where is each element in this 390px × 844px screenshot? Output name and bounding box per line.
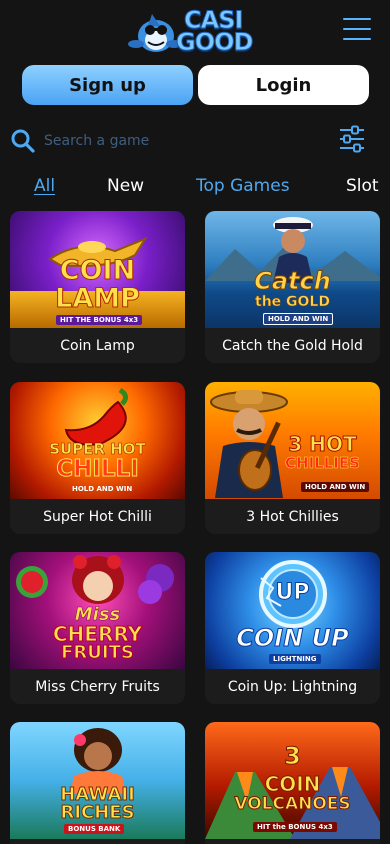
- game-thumbnail: COIN LAMP HIT THE BONUS 4x3: [10, 211, 185, 328]
- art-badge: HIT THE BONUS 4x3: [56, 315, 143, 325]
- art-badge: HOLD AND WIN: [72, 485, 133, 493]
- game-name: Coin Lamp: [60, 337, 135, 354]
- art-title-line1: 3: [284, 742, 302, 770]
- art-title-line2: the GOLD: [255, 294, 330, 310]
- search-icon[interactable]: [10, 128, 36, 154]
- game-name: [10, 839, 185, 844]
- hamburger-menu-icon[interactable]: [343, 15, 371, 43]
- game-thumbnail: 3 COIN VOLCANOES HIT the BONUS 4x3: [205, 722, 380, 839]
- signup-button[interactable]: Sign up: [22, 65, 193, 105]
- game-thumbnail: SUPER HOT CHILLI HOLD AND WIN: [10, 382, 185, 499]
- game-card-3-hot-chillies[interactable]: 3 HOT CHILLIES HOLD AND WIN 3 Hot Chilli…: [205, 382, 380, 534]
- filter-sliders-icon[interactable]: [338, 125, 366, 153]
- tab-all[interactable]: All: [34, 174, 55, 198]
- tab-top-games[interactable]: Top Games: [196, 174, 290, 198]
- art-title-line1: SUPER HOT: [49, 440, 146, 458]
- game-name: Miss Cherry Fruits: [35, 678, 160, 695]
- game-name: 3 Hot Chillies: [246, 508, 339, 525]
- art-title-line1: Catch: [254, 267, 332, 295]
- art-badge: HOLD AND WIN: [301, 482, 370, 492]
- game-thumbnail: UP COIN UP LIGHTNING: [205, 552, 380, 669]
- art-title-line2: CHERRY: [52, 622, 143, 646]
- category-tabs: All New Top Games Slot: [0, 174, 390, 200]
- game-card-catch-the-gold-hold[interactable]: Catch the GOLD HOLD AND WIN Catch the Go…: [205, 211, 380, 363]
- header: CASI GOOD: [0, 0, 390, 62]
- game-name: Catch the Gold Hold: [222, 337, 363, 354]
- tab-new[interactable]: New: [107, 174, 144, 198]
- auth-buttons: Sign up Login: [22, 65, 369, 105]
- art-title-line2: CHILLI: [56, 456, 140, 482]
- game-thumbnail: Miss CHERRY FRUITS: [10, 552, 185, 669]
- game-name: Coin Up: Lightning: [227, 678, 358, 695]
- logo-text-good: GOOD: [175, 28, 253, 56]
- game-name: [205, 839, 380, 844]
- art-badge: HIT the BONUS 4x3: [253, 822, 337, 832]
- game-card-super-hot-chilli[interactable]: SUPER HOT CHILLI HOLD AND WIN Super Hot …: [10, 382, 185, 534]
- game-card-miss-cherry-fruits[interactable]: Miss CHERRY FRUITS Miss Cherry Fruits: [10, 552, 185, 704]
- game-card-coin-lamp[interactable]: COIN LAMP HIT THE BONUS 4x3 Coin Lamp: [10, 211, 185, 363]
- art-title-line3: FRUITS: [61, 642, 135, 663]
- art-badge: HOLD AND WIN: [263, 313, 334, 325]
- art-title-line1: UP: [275, 580, 310, 605]
- art-title-line2: COIN: [264, 772, 321, 796]
- game-thumbnail: 3 HOT CHILLIES HOLD AND WIN: [205, 382, 380, 499]
- art-title-line1: 3 HOT: [288, 432, 357, 456]
- tab-slot[interactable]: Slot: [346, 174, 379, 198]
- game-card-coin-up-lightning[interactable]: UP COIN UP LIGHTNING Coin Up: Lightning: [205, 552, 380, 704]
- game-thumbnail: Catch the GOLD HOLD AND WIN: [205, 211, 380, 328]
- chilli-pepper-icon: [64, 387, 128, 446]
- game-card-3-coin-volcanoes[interactable]: 3 COIN VOLCANOES HIT the BONUS 4x3: [205, 722, 380, 844]
- login-button[interactable]: Login: [198, 65, 369, 105]
- art-badge: LIGHTNING: [269, 654, 321, 664]
- art-title-line2: LAMP: [55, 283, 141, 314]
- search-bar: [10, 122, 380, 160]
- art-title-line2: RICHES: [60, 802, 135, 823]
- art-title-line2: COIN UP: [236, 624, 349, 652]
- game-thumbnail: HAWAII RICHES BONUS BANK: [10, 722, 185, 839]
- game-card-hawaii-riches[interactable]: HAWAII RICHES BONUS BANK: [10, 722, 185, 844]
- art-badge: BONUS BANK: [64, 824, 125, 834]
- game-name: Super Hot Chilli: [43, 508, 152, 525]
- search-input[interactable]: [44, 128, 294, 154]
- art-title-line1: COIN: [59, 255, 136, 286]
- casigood-logo[interactable]: CASI GOOD: [126, 4, 266, 58]
- art-title-line2: CHILLIES: [285, 454, 360, 472]
- art-title-line3: VOLCANOES: [234, 794, 351, 814]
